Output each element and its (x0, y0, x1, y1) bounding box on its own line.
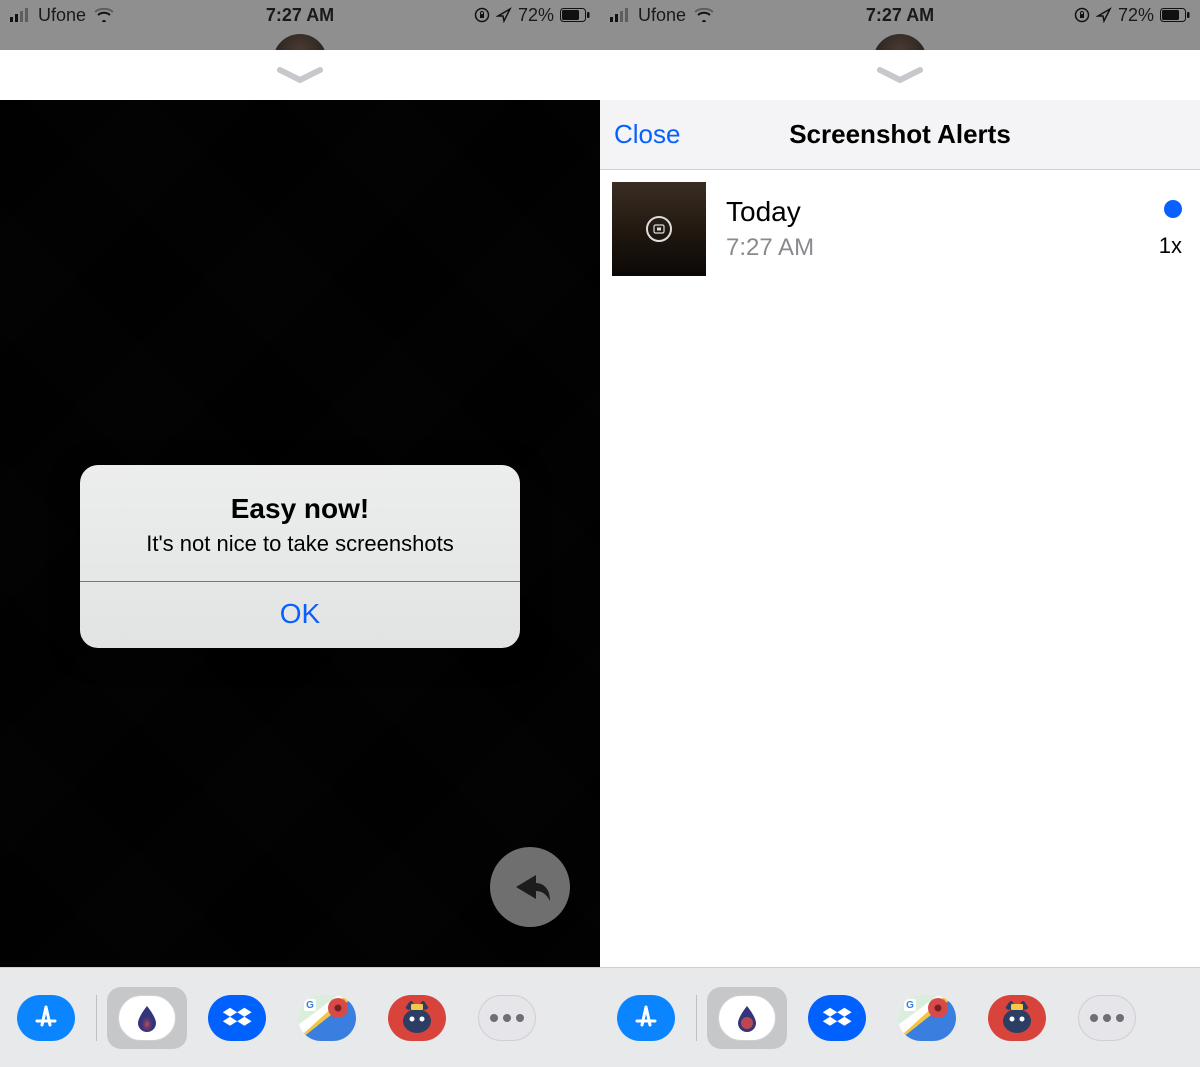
sheet-handle[interactable] (0, 50, 600, 100)
app-dropbox[interactable] (797, 987, 877, 1049)
svg-text:G: G (306, 1000, 314, 1011)
alerts-title: Screenshot Alerts (600, 119, 1200, 150)
more-dot-icon (516, 1014, 524, 1022)
alert-row-count: 1x (1159, 233, 1182, 259)
app-drawer[interactable]: G (0, 967, 600, 1067)
alert-row-title: Today (726, 196, 1139, 228)
app-appstore[interactable] (6, 987, 86, 1049)
alerts-list[interactable]: Today 7:27 AM 1x (600, 170, 1200, 967)
chevron-down-icon (275, 66, 325, 84)
cell-signal-icon (610, 8, 630, 22)
more-dot-icon (1090, 1014, 1098, 1022)
screenshot-badge-icon (646, 216, 672, 242)
battery-icon (560, 8, 590, 22)
drawer-divider (96, 995, 97, 1041)
phone-right: Ufone 7:27 AM (600, 0, 1200, 1067)
app-more[interactable] (467, 987, 547, 1049)
chevron-down-icon (875, 66, 925, 84)
app-cat-game[interactable] (977, 987, 1057, 1049)
alerts-header: Close Screenshot Alerts (600, 100, 1200, 170)
battery-icon (1160, 8, 1190, 22)
alert-row-time: 7:27 AM (726, 234, 1139, 262)
avatar (873, 34, 927, 50)
alert-row[interactable]: Today 7:27 AM 1x (600, 170, 1200, 288)
wifi-icon (694, 8, 714, 22)
wifi-icon (94, 8, 114, 22)
unread-dot-icon (1164, 200, 1182, 218)
battery-percent-label: 72% (1118, 5, 1154, 26)
status-bar: Ufone 7:27 AM (0, 0, 600, 30)
rotation-lock-icon (474, 7, 490, 23)
app-screenshot-app[interactable] (107, 987, 187, 1049)
app-screenshot-app[interactable] (707, 987, 787, 1049)
sheet-handle[interactable] (600, 50, 1200, 100)
avatar (273, 34, 327, 50)
app-drawer[interactable]: G (600, 967, 1200, 1067)
alert-message: It's not nice to take screenshots (100, 531, 500, 557)
contact-strip (600, 30, 1200, 50)
alert-dialog: Easy now! It's not nice to take screensh… (80, 465, 520, 648)
app-more[interactable] (1067, 987, 1147, 1049)
clock-label: 7:27 AM (266, 5, 334, 26)
app-dropbox[interactable] (197, 987, 277, 1049)
app-google-maps[interactable]: G (287, 987, 367, 1049)
cell-signal-icon (10, 8, 30, 22)
app-appstore[interactable] (606, 987, 686, 1049)
phone-left: Ufone 7:27 AM (0, 0, 600, 1067)
more-dot-icon (1103, 1014, 1111, 1022)
status-bar: Ufone 7:27 AM (600, 0, 1200, 30)
app-cat-game[interactable] (377, 987, 457, 1049)
alert-title: Easy now! (100, 493, 500, 525)
app-google-maps[interactable]: G (887, 987, 967, 1049)
more-dot-icon (490, 1014, 498, 1022)
location-arrow-icon (1096, 7, 1112, 23)
reply-button[interactable] (490, 847, 570, 927)
close-button[interactable]: Close (614, 119, 680, 150)
more-dot-icon (1116, 1014, 1124, 1022)
rotation-lock-icon (1074, 7, 1090, 23)
location-arrow-icon (496, 7, 512, 23)
reply-arrow-icon (508, 869, 552, 905)
alert-ok-button[interactable]: OK (80, 582, 520, 648)
battery-percent-label: 72% (518, 5, 554, 26)
svg-text:G: G (906, 1000, 914, 1011)
alerts-view: Close Screenshot Alerts Today (600, 100, 1200, 967)
contact-strip (0, 30, 600, 50)
drawer-divider (696, 995, 697, 1041)
carrier-label: Ufone (638, 5, 686, 26)
alert-thumb (612, 182, 706, 276)
carrier-label: Ufone (38, 5, 86, 26)
clock-label: 7:27 AM (866, 5, 934, 26)
more-dot-icon (503, 1014, 511, 1022)
